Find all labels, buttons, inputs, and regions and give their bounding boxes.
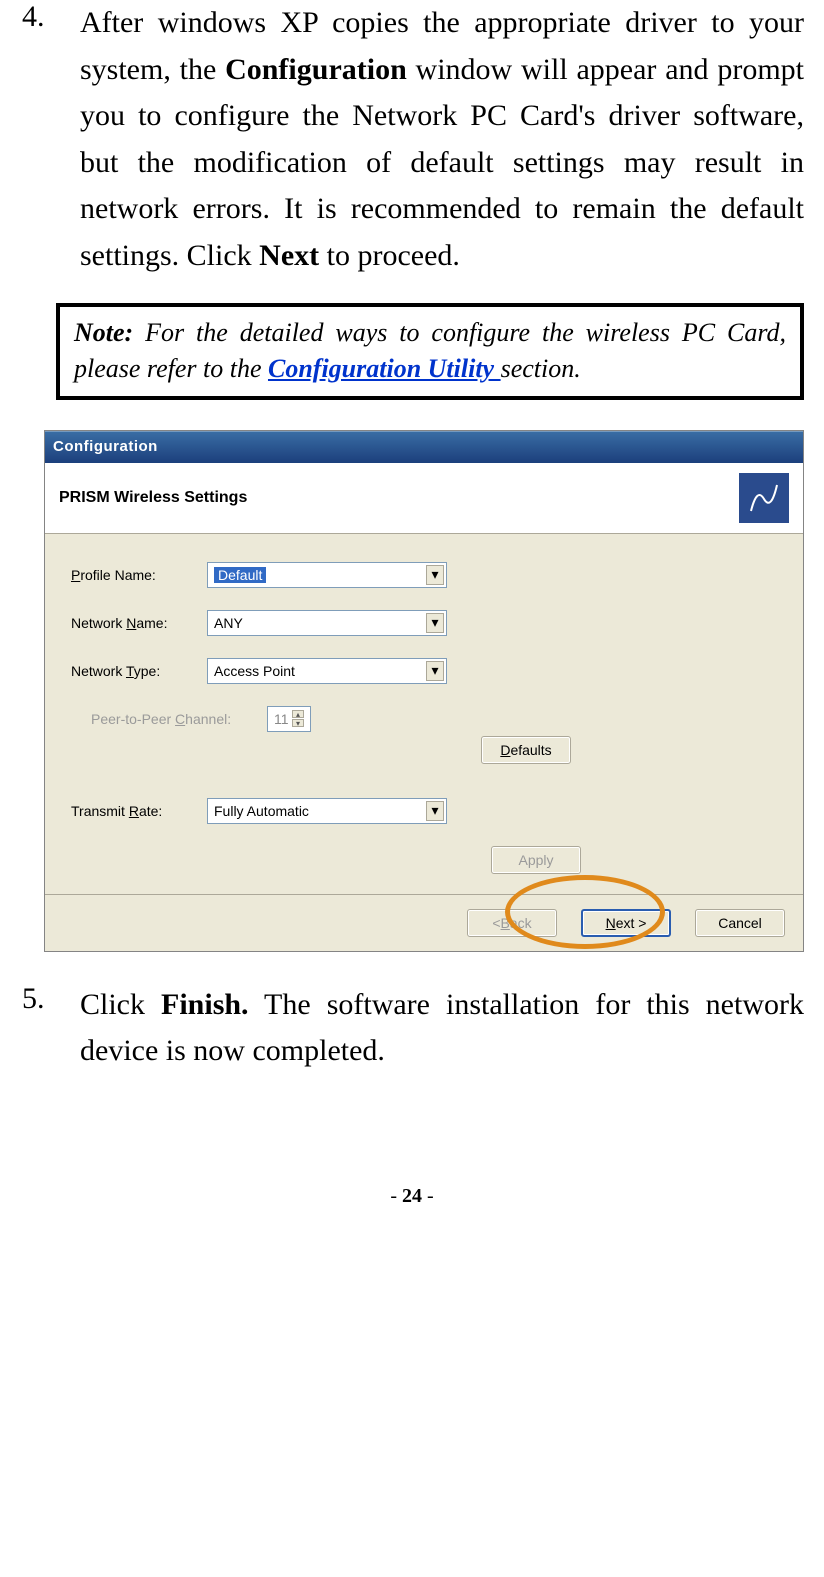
transmit-rate-select[interactable]: Fully Automatic ▾	[207, 798, 447, 824]
cancel-button[interactable]: Cancel	[695, 909, 785, 937]
dropdown-arrow-icon[interactable]: ▾	[426, 801, 444, 821]
back-button: < Back	[467, 909, 557, 937]
dropdown-arrow-icon[interactable]: ▾	[426, 613, 444, 633]
dialog-header: PRISM Wireless Settings	[45, 463, 803, 534]
network-name-label: Network Name:	[71, 615, 191, 631]
step4-number: 4.	[20, 0, 80, 279]
spinner-down-icon: ▾	[292, 719, 304, 727]
note-text-after: section.	[501, 354, 581, 383]
configuration-window: Configuration PRISM Wireless Settings PP…	[44, 430, 804, 952]
dropdown-arrow-icon[interactable]: ▾	[426, 661, 444, 681]
spinner-up-icon: ▴	[292, 710, 304, 718]
apply-button: Apply	[491, 846, 581, 874]
profile-name-label: PProfile Name:rofile Name:	[71, 567, 191, 583]
step5-bold-finish: Finish.	[161, 988, 249, 1021]
network-name-select[interactable]: ANY ▾	[207, 610, 447, 636]
window-title: Configuration	[53, 438, 158, 455]
dropdown-arrow-icon[interactable]: ▾	[426, 565, 444, 585]
p2p-channel-spinner: 11 ▴ ▾	[267, 706, 311, 732]
network-type-value: Access Point	[214, 663, 295, 679]
p2p-channel-value: 11	[274, 711, 289, 727]
step5-number: 5.	[20, 982, 80, 1075]
network-type-select[interactable]: Access Point ▾	[207, 658, 447, 684]
profile-name-value: Default	[214, 567, 266, 583]
step4-bold-configuration: Configuration	[225, 53, 407, 86]
p2p-channel-label: Peer-to-Peer Channel:	[91, 711, 251, 727]
network-type-label: Network Type:	[71, 663, 191, 679]
transmit-rate-label: Transmit Rate:	[71, 803, 191, 819]
step4-text: After windows XP copies the appropriate …	[80, 0, 804, 279]
configuration-utility-link[interactable]: Configuration Utility	[268, 354, 501, 383]
form-area: PProfile Name:rofile Name: Default ▾ Net…	[45, 534, 803, 894]
step5-part1: Click	[80, 988, 161, 1021]
prism-logo-icon	[739, 473, 789, 523]
step4-part3: to proceed.	[319, 239, 460, 272]
window-titlebar: Configuration	[45, 431, 803, 463]
step5-text: Click Finish. The software installation …	[80, 982, 804, 1075]
dialog-header-title: PRISM Wireless Settings	[59, 489, 247, 507]
note-label: Note:	[74, 318, 133, 347]
page-number: - 24 -	[20, 1185, 804, 1208]
step4-bold-next: Next	[259, 239, 319, 272]
defaults-button[interactable]: DDefaultsefaults	[481, 736, 571, 764]
transmit-rate-value: Fully Automatic	[214, 803, 309, 819]
next-button[interactable]: Next >	[581, 909, 671, 937]
network-name-value: ANY	[214, 615, 243, 631]
note-box: Note: For the detailed ways to configure…	[56, 303, 804, 400]
wizard-button-bar: < Back Next > Cancel	[45, 894, 803, 951]
profile-name-select[interactable]: Default ▾	[207, 562, 447, 588]
